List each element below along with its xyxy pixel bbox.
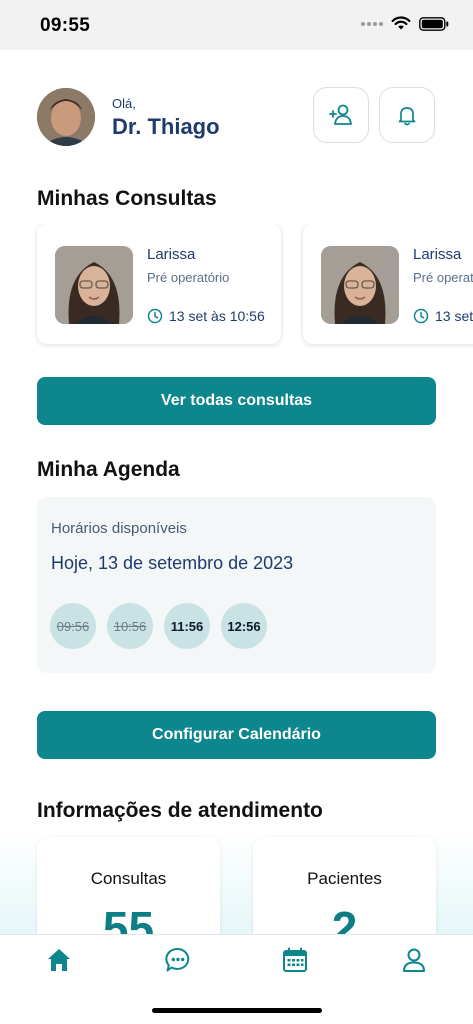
bell-icon [398,107,416,126]
agenda-card: Horários disponíveis Hoje, 13 de setembr… [37,497,436,673]
time-slot-unavailable: 10:56 [107,603,153,649]
home-indicator [152,1008,322,1013]
agenda-date: Hoje, 13 de setembro de 2023 [51,553,294,573]
add-patient-button[interactable] [313,87,369,143]
tab-profile[interactable] [392,944,436,976]
avatar[interactable] [37,88,95,146]
add-user-icon [329,104,352,125]
configure-calendar-button[interactable]: Configurar Calendário [37,711,436,759]
agenda-title: Minha Agenda [37,458,180,481]
consult-card[interactable]: Larissa Pré operatório 13 set às 10:56 [37,224,281,344]
status-time: 09:55 [40,15,91,36]
home-icon [48,949,70,971]
consult-type: Pré operatório [413,270,473,285]
consult-card[interactable]: Larissa Pré operatório 13 set às 10:56 [303,224,473,344]
tab-chat[interactable] [156,944,200,976]
tab-calendar[interactable] [273,944,317,976]
stat-label: Consultas [90,869,167,888]
calendar-icon [283,947,307,972]
time-slot-available[interactable]: 12:56 [221,603,267,649]
stat-card-pacientes: Pacientes 2 [253,837,436,934]
view-all-consultas-button[interactable]: Ver todas consultas [37,377,436,425]
patient-name: Larissa [147,246,196,263]
stat-card-consultas: Consultas 55 [37,837,220,934]
status-icons [361,16,449,31]
chat-icon [165,947,190,972]
consultas-title: Minhas Consultas [37,187,217,210]
patient-photo [55,246,133,324]
time-slot-unavailable: 09:56 [50,603,96,649]
greeting-text: Olá, [112,96,136,111]
stats-area: Consultas 55 Pacientes 2 [0,830,473,934]
stat-label: Pacientes [307,869,382,888]
tab-home[interactable] [37,944,81,976]
profile-icon [403,948,425,972]
info-title: Informações de atendimento [37,799,323,822]
consult-time: 13 set às 10:56 [413,308,473,324]
patient-name: Larissa [413,246,462,263]
consultas-carousel[interactable]: Larissa Pré operatório 13 set às 10:56 L… [0,224,473,349]
clock-icon [413,308,429,324]
clock-icon [147,308,163,324]
available-hours-label: Horários disponíveis [51,520,187,537]
header: Olá, Dr. Thiago [37,86,437,146]
time-slot-available[interactable]: 11:56 [164,603,210,649]
consult-type: Pré operatório [147,270,230,285]
time-slots: 09:56 10:56 11:56 12:56 [50,603,267,649]
patient-photo [321,246,399,324]
notifications-button[interactable] [379,87,435,143]
stat-value: 2 [331,902,358,934]
doctor-name: Dr. Thiago [112,114,220,139]
status-bar: 09:55 [0,0,473,50]
stat-value: 55 [102,902,155,934]
consult-time: 13 set às 10:56 [147,308,265,324]
wifi-icon [391,16,411,30]
signal-icon [361,21,383,26]
battery-icon [419,16,449,31]
consult-time-text: 13 set às 10:56 [435,308,473,324]
consult-time-text: 13 set às 10:56 [169,308,265,324]
